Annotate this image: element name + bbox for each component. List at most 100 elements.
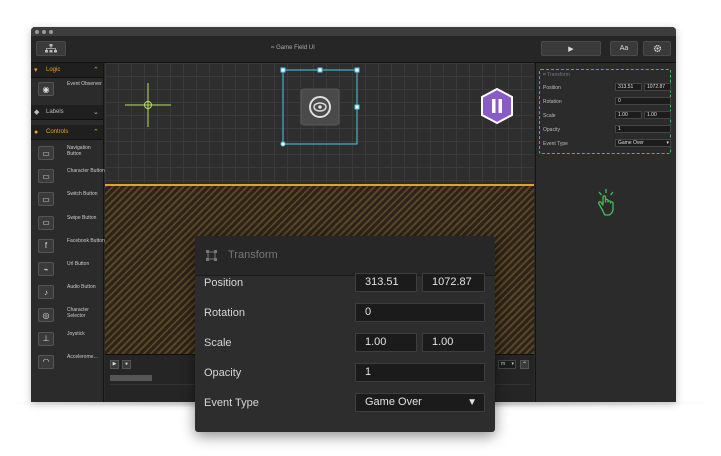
sidebar-item-accelerome[interactable]: ◠ Accelerome…	[31, 352, 103, 374]
position-y-field[interactable]: 1072.87	[422, 273, 485, 292]
sidebar-item-label: Swipe Button	[67, 214, 97, 221]
section-controls-label: Controls	[46, 129, 69, 135]
dropdown-arrow-icon: ▼	[467, 397, 477, 408]
sidebar-item-navigation-button[interactable]: ▭ Navigation Button	[31, 143, 103, 165]
sidebar-item-label: Switch Button	[67, 191, 98, 198]
opacity-label: Opacity	[204, 367, 242, 379]
position-x-field-small[interactable]: 313.51	[615, 83, 642, 91]
toolbar: ⌗ Game Field UI ▶ Aa	[31, 36, 676, 63]
play-icon: ▶	[112, 361, 117, 367]
swipe-button-icon: ▭	[38, 215, 54, 230]
opacity-label-small: Opacity	[543, 127, 560, 133]
accelerome-icon: ◠	[38, 354, 54, 369]
event-type-select[interactable]: Game Over ▼	[355, 393, 485, 412]
character-selector-icon: ◎	[38, 308, 54, 323]
play-button[interactable]: ▶	[541, 41, 601, 56]
dropdown-arrow-icon: ▾	[666, 140, 669, 146]
position-x-field[interactable]: 313.51	[355, 273, 417, 292]
sidebar-item-label: Navigation Button	[67, 145, 91, 157]
pause-badge-icon	[481, 87, 513, 125]
sidebar-item-facebook-button[interactable]: f Facebook Button	[31, 236, 105, 258]
sidebar-item-switch-button[interactable]: ▭ Switch Button	[31, 189, 103, 211]
transform-icon	[206, 250, 217, 261]
chevron-up-icon: ⌃	[521, 362, 528, 368]
character-button-icon: ▭	[38, 169, 54, 184]
labels-icon: ◆	[34, 109, 40, 116]
scale-y-field-small[interactable]: 1.00	[644, 111, 671, 119]
opacity-field[interactable]: 1	[355, 363, 485, 382]
record-icon: ●	[124, 361, 129, 367]
sidebar-item-label: Facebook Button	[67, 237, 105, 244]
event-observer-node	[300, 88, 340, 126]
font-button[interactable]: Aa	[610, 41, 638, 56]
sidebar-item-character-button[interactable]: ▭ Character Button	[31, 166, 105, 188]
transform-panel-zoomed: Transform Position 313.51 1072.87 Rotati…	[195, 236, 495, 432]
sidebar-item-audio-button[interactable]: ♪ Audio Button	[31, 282, 103, 304]
scene-overlay	[125, 67, 513, 147]
sidebar-item-label: Url Button	[67, 261, 90, 267]
section-logic[interactable]: ▾ Logic ⌃	[31, 63, 103, 78]
gear-icon	[653, 44, 661, 53]
transform-title-small: ⌗ Transform	[543, 72, 570, 78]
timeline-dropdown[interactable]: m ▾	[498, 360, 516, 369]
event-type-label: Event Type	[204, 397, 259, 409]
section-controls[interactable]: ● Controls ⌃	[31, 125, 103, 140]
transform-panel-small: ⌗ Transform Position 313.51 1072.87 Rota…	[539, 69, 671, 154]
rotation-field-small[interactable]: 0	[615, 97, 671, 105]
event-type-value: Game Over	[365, 396, 422, 408]
chevron-up-icon: ⌃	[93, 67, 99, 74]
logic-icon: ▾	[34, 67, 38, 74]
section-labels[interactable]: ◆ Labels ⌄	[31, 105, 103, 120]
sidebar-item-swipe-button[interactable]: ▭ Swipe Button	[31, 213, 103, 235]
rotation-field[interactable]: 0	[355, 303, 485, 322]
rotation-label-small: Rotation	[543, 99, 562, 105]
sidebar-item-label: Accelerome…	[67, 353, 99, 360]
timeline-record-button[interactable]: ●	[122, 360, 131, 369]
url-button-icon: ⌁	[38, 262, 54, 276]
transform-header: Transform	[195, 236, 495, 276]
facebook-button-icon: f	[38, 238, 54, 253]
scale-label: Scale	[204, 337, 232, 349]
chevron-up-icon: ⌃	[93, 129, 99, 136]
section-logic-label: Logic	[46, 67, 61, 73]
sidebar-item-url-button[interactable]: ⌁ Url Button	[31, 259, 103, 281]
sidebar-item-event-observer[interactable]: ◉ Event Observer	[31, 79, 103, 101]
sidebar-item-character-selector[interactable]: ◎ Character Selector	[31, 305, 103, 327]
controls-icon: ●	[34, 128, 39, 136]
sidebar-item-label: Audio Button	[67, 284, 96, 291]
sidebar-item-joystick[interactable]: ⊥ Joystick	[31, 329, 103, 351]
scale-x-field-small[interactable]: 1.00	[615, 111, 642, 119]
event-type-label-small: Event Type	[543, 141, 568, 147]
sidebar-item-label: Joystick	[67, 330, 85, 337]
event-type-select-small[interactable]: Game Over ▾	[615, 139, 671, 147]
minimize-dot[interactable]	[42, 30, 46, 34]
scale-y-field[interactable]: 1.00	[422, 333, 485, 352]
scene-canvas[interactable]	[105, 63, 534, 183]
document-title: ⌗ Game Field UI	[271, 45, 315, 51]
navigation-button-icon: ▭	[38, 146, 54, 160]
inspector-panel: ⌗ Transform Position 313.51 1072.87 Rota…	[535, 63, 676, 402]
event-observer-icon: ◉	[38, 82, 54, 96]
play-icon: ▶	[568, 45, 574, 53]
hierarchy-button[interactable]	[36, 41, 66, 56]
timeline-play-button[interactable]: ▶	[110, 360, 119, 369]
position-label-small: Position	[543, 85, 561, 91]
maximize-dot[interactable]	[49, 30, 53, 34]
title-bar	[31, 27, 676, 36]
opacity-field-small[interactable]: 1	[615, 125, 671, 133]
sidebar-item-label: Event Observer	[67, 81, 102, 87]
settings-button[interactable]	[643, 41, 671, 56]
position-y-field-small[interactable]: 1072.87	[644, 83, 671, 91]
close-dot[interactable]	[35, 30, 39, 34]
crosshair-icon	[125, 83, 171, 127]
scale-label-small: Scale	[543, 113, 556, 119]
audio-button-icon: ♪	[38, 285, 54, 300]
dropdown-arrow-icon: ▾	[511, 361, 514, 367]
timeline-collapse-button[interactable]: ⌃	[520, 360, 529, 369]
switch-button-icon: ▭	[38, 192, 54, 207]
scale-x-field[interactable]: 1.00	[355, 333, 417, 352]
hierarchy-icon	[45, 44, 57, 53]
timeline-track-bar[interactable]	[110, 375, 152, 381]
position-label: Position	[204, 277, 244, 289]
transform-title: Transform	[228, 249, 278, 261]
